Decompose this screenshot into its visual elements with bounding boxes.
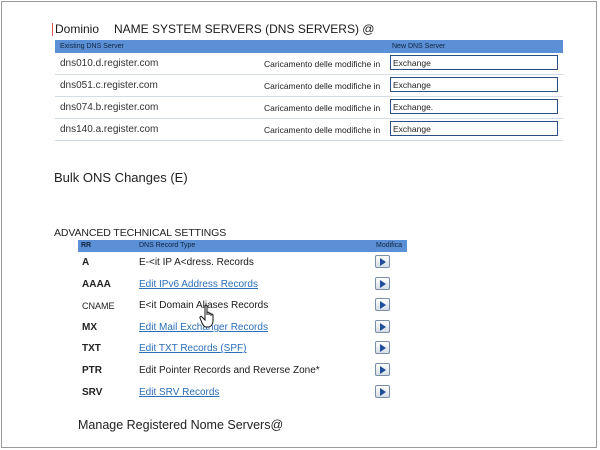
table-row: dns074.b.register.com Caricamento delle …: [55, 97, 563, 119]
status-text: Caricamento delle modifiche in: [264, 81, 381, 91]
new-dns-input[interactable]: [390, 77, 558, 92]
dns-records-table: RR DNS Record Type Modifica A E-<it IP A…: [78, 240, 407, 403]
play-arrow-icon: [380, 344, 386, 353]
domain-label: Dominio: [55, 22, 100, 36]
play-arrow-icon: [380, 322, 386, 331]
col-rr: RR: [81, 242, 92, 249]
play-arrow-icon: [380, 301, 386, 310]
dns-servers-table: Existing DNS Server New DNS Server dns01…: [55, 40, 563, 141]
records-table-header: RR DNS Record Type Modifica: [78, 240, 407, 252]
col-modify: Modifica: [376, 242, 403, 249]
existing-server: dns051.c.register.com: [60, 80, 158, 91]
play-arrow-icon: [380, 279, 386, 288]
status-text: Caricamento delle modifiche in: [264, 59, 381, 69]
existing-server: dns010.d.register.com: [60, 58, 159, 69]
edit-ptr-link[interactable]: Edit Pointer Records and Reverse Zone*: [139, 365, 320, 376]
play-arrow-icon: [380, 387, 386, 396]
table-row: dns140.a.register.com Caricamento delle …: [55, 119, 563, 141]
modify-cname-button[interactable]: [375, 298, 390, 312]
record-row-txt: TXT Edit TXT Records (SPF): [78, 338, 407, 360]
new-dns-input[interactable]: [390, 55, 558, 70]
record-row-cname: CNAME E<it Domain Aliases Records: [78, 295, 407, 317]
play-arrow-icon: [380, 365, 386, 374]
new-dns-input[interactable]: [390, 99, 558, 114]
ns-section-title: NAME SYSTEM SERVERS (DNS SERVERS) @: [114, 22, 375, 36]
bulk-dns-changes-link[interactable]: Bulk ONS Changes (E): [54, 170, 188, 185]
rr-type: PTR: [82, 364, 102, 376]
col-existing-dns: Existing DNS Server: [60, 43, 124, 50]
red-marker: [52, 23, 53, 36]
rr-type: AAAA: [82, 278, 111, 290]
advanced-settings-title: ADVANCED TECHNICAL SETTINGS: [54, 227, 227, 239]
table-row: dns051.c.register.com Caricamento delle …: [55, 75, 563, 97]
record-row-mx: MX Edit Mail Exchanger Records: [78, 317, 407, 339]
edit-aaaa-link[interactable]: Edit IPv6 Address Records: [139, 279, 258, 290]
modify-mx-button[interactable]: [375, 319, 390, 333]
status-text: Caricamento delle modifiche in: [264, 103, 381, 113]
rr-type: SRV: [82, 386, 103, 398]
modify-txt-button[interactable]: [375, 341, 390, 355]
existing-server: dns140.a.register.com: [60, 124, 159, 135]
modify-srv-button[interactable]: [375, 384, 390, 398]
rr-type: TXT: [82, 343, 101, 355]
hand-pointer-icon: [199, 304, 214, 328]
modify-aaaa-button[interactable]: [375, 276, 390, 290]
play-arrow-icon: [380, 258, 386, 266]
edit-txt-link[interactable]: Edit TXT Records (SPF): [139, 343, 246, 354]
manage-name-servers-link[interactable]: Manage Registered Nome Servers@: [78, 418, 283, 432]
modify-a-button[interactable]: [375, 255, 390, 268]
record-label: E-<it IP A<dress. Records: [139, 257, 254, 268]
rr-type: CNAME: [82, 301, 115, 312]
record-row-srv: SRV Edit SRV Records: [78, 382, 407, 404]
col-new-dns: New DNS Server: [392, 43, 446, 50]
existing-server: dns074.b.register.com: [60, 102, 159, 113]
record-row-ptr: PTR Edit Pointer Records and Reverse Zon…: [78, 360, 407, 382]
dns-table-header: Existing DNS Server New DNS Server: [55, 40, 563, 53]
new-dns-input[interactable]: [390, 121, 558, 136]
table-row: dns010.d.register.com Caricamento delle …: [55, 53, 563, 75]
status-text: Caricamento delle modifiche in: [264, 125, 381, 135]
col-record-type: DNS Record Type: [139, 242, 196, 249]
record-row-a: A E-<it IP A<dress. Records: [78, 252, 407, 274]
rr-type: MX: [82, 321, 97, 333]
rr-type: A: [82, 257, 90, 268]
edit-srv-link[interactable]: Edit SRV Records: [139, 387, 219, 398]
modify-ptr-button[interactable]: [375, 362, 390, 376]
record-row-aaaa: AAAA Edit IPv6 Address Records: [78, 274, 407, 296]
